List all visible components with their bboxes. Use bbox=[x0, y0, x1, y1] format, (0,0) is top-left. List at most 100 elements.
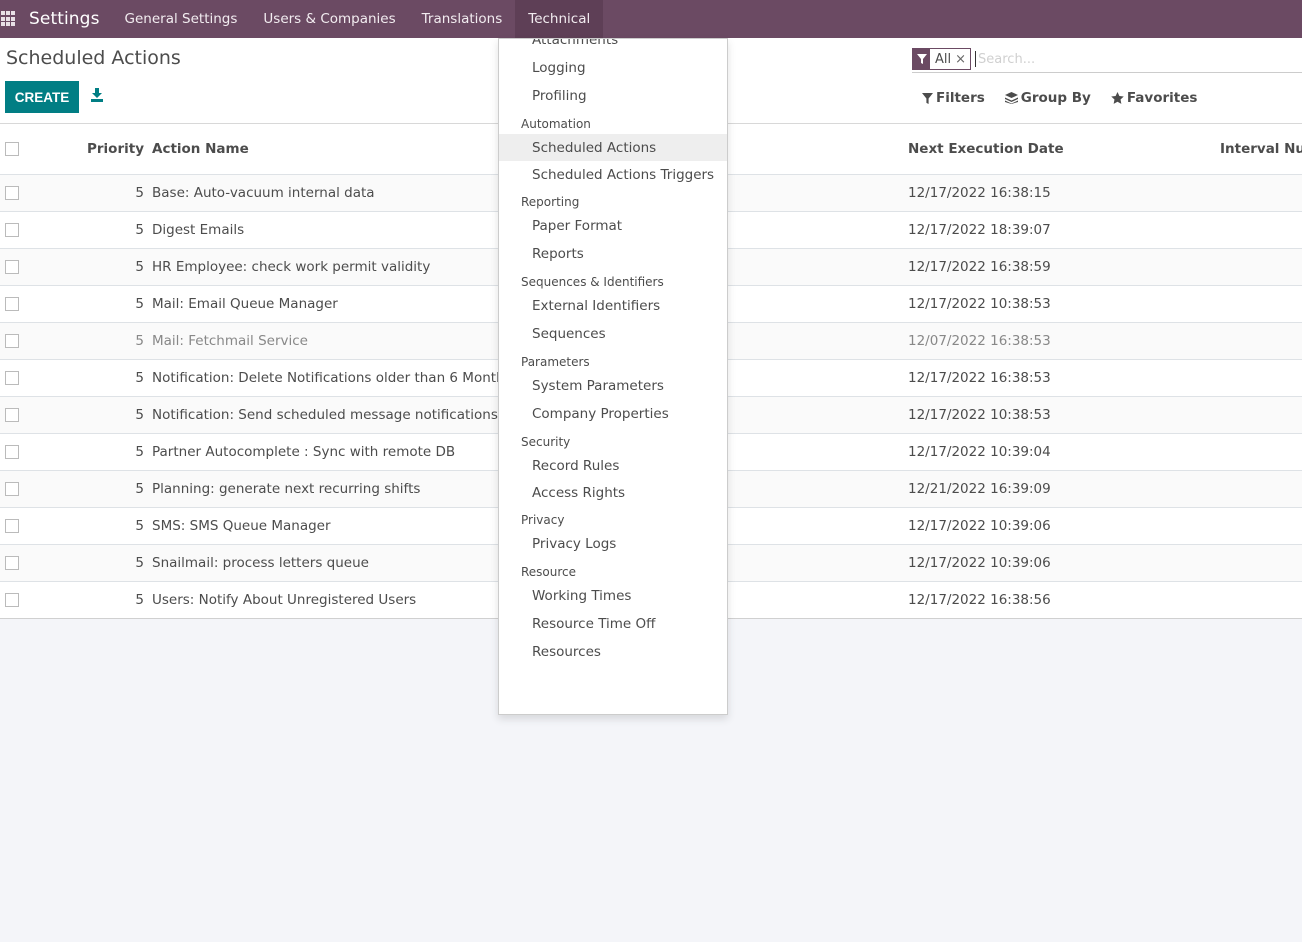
cell-next-execution-date: 12/17/2022 10:38:53 bbox=[908, 407, 1051, 423]
menu-item-resources[interactable]: Resources bbox=[499, 638, 727, 666]
menu-item-scheduled-actions-triggers[interactable]: Scheduled Actions Triggers bbox=[499, 161, 727, 188]
favorites-button[interactable]: Favorites bbox=[1111, 90, 1198, 106]
header-interval-number[interactable]: Interval Num bbox=[1220, 141, 1302, 157]
cell-priority: 5 bbox=[135, 518, 144, 534]
cell-next-execution-date: 12/17/2022 16:38:53 bbox=[908, 370, 1051, 386]
cell-action-name: Partner Autocomplete : Sync with remote … bbox=[152, 444, 456, 460]
facet-value: All bbox=[935, 51, 952, 67]
cell-action-name: Users: Notify About Unregistered Users bbox=[152, 592, 417, 608]
menu-section-header: Automation bbox=[521, 117, 591, 131]
row-checkbox[interactable] bbox=[5, 408, 19, 422]
header-priority[interactable]: Priority bbox=[19, 141, 152, 157]
download-icon[interactable] bbox=[90, 87, 104, 103]
group-by-label: Group By bbox=[1020, 90, 1091, 106]
create-button[interactable]: CREATE bbox=[5, 81, 79, 113]
nav-users-companies[interactable]: Users & Companies bbox=[250, 0, 408, 38]
menu-item-reports[interactable]: Reports bbox=[499, 240, 727, 268]
row-checkbox[interactable] bbox=[5, 371, 19, 385]
nav-general-settings[interactable]: General Settings bbox=[112, 0, 251, 38]
row-checkbox[interactable] bbox=[5, 334, 19, 348]
filters-button[interactable]: Filters bbox=[922, 90, 985, 106]
app-grid-icon[interactable] bbox=[1, 11, 17, 27]
menu-item-external-identifiers[interactable]: External Identifiers bbox=[499, 292, 727, 320]
cell-next-execution-date: 12/17/2022 16:38:59 bbox=[908, 259, 1051, 275]
filter-icon bbox=[913, 48, 930, 70]
menu-item-scheduled-actions[interactable]: Scheduled Actions bbox=[499, 134, 727, 161]
layers-icon bbox=[1004, 92, 1018, 104]
row-checkbox[interactable] bbox=[5, 260, 19, 274]
row-checkbox[interactable] bbox=[5, 482, 19, 496]
menu-item-company-properties[interactable]: Company Properties bbox=[499, 400, 727, 428]
menu-item-working-times[interactable]: Working Times bbox=[499, 582, 727, 610]
technical-menu-entries: Attachments Logging Profiling Automation Sch… bbox=[499, 39, 727, 666]
row-checkbox[interactable] bbox=[5, 297, 19, 311]
page-title: Scheduled Actions bbox=[6, 47, 181, 69]
menu-section-header: Parameters bbox=[521, 355, 590, 369]
search-input[interactable] bbox=[975, 51, 1276, 67]
nav-technical[interactable]: Technical bbox=[515, 0, 604, 38]
menu-item-record-rules[interactable]: Record Rules bbox=[499, 452, 727, 479]
header-next-execution-date[interactable]: Next Execution Date bbox=[900, 141, 1220, 157]
menu-item-attachments[interactable]: Attachments bbox=[499, 39, 727, 54]
cell-next-execution-date: 12/21/2022 16:39:09 bbox=[908, 481, 1051, 497]
menu-section-header: Resource bbox=[521, 565, 577, 579]
cell-action-name: Notification: Delete Notifications older… bbox=[152, 370, 505, 386]
menu-item-privacy-logs[interactable]: Privacy Logs bbox=[499, 530, 727, 558]
cell-action-name: Planning: generate next recurring shifts bbox=[152, 481, 421, 497]
cell-priority: 5 bbox=[135, 259, 144, 275]
menu-item-sequences[interactable]: Sequences bbox=[499, 320, 727, 348]
group-by-button[interactable]: Group By bbox=[1004, 90, 1091, 106]
row-checkbox[interactable] bbox=[5, 556, 19, 570]
facet-remove-icon[interactable]: × bbox=[955, 52, 970, 67]
cell-priority: 5 bbox=[135, 370, 144, 386]
cell-priority: 5 bbox=[135, 444, 144, 460]
header-action-name[interactable]: Action Name bbox=[152, 141, 512, 157]
cell-action-name: Snailmail: process letters queue bbox=[152, 555, 369, 571]
menu-item-logging[interactable]: Logging bbox=[499, 54, 727, 82]
top-navbar: Settings General Settings Users & Compan… bbox=[0, 0, 1302, 38]
menu-section-header: Security bbox=[521, 435, 571, 449]
row-checkbox[interactable] bbox=[5, 519, 19, 533]
menu-item-access-rights[interactable]: Access Rights bbox=[499, 479, 727, 506]
filters-label: Filters bbox=[936, 90, 985, 106]
star-icon bbox=[1111, 92, 1124, 104]
row-checkbox[interactable] bbox=[5, 223, 19, 237]
menu-section-header: Sequences & Identifiers bbox=[521, 275, 664, 289]
cell-next-execution-date: 12/17/2022 10:39:04 bbox=[908, 444, 1051, 460]
row-checkbox[interactable] bbox=[5, 593, 19, 607]
cell-priority: 5 bbox=[135, 481, 144, 497]
nav-translations[interactable]: Translations bbox=[409, 0, 516, 38]
cell-next-execution-date: 12/07/2022 16:38:53 bbox=[908, 333, 1051, 349]
favorites-label: Favorites bbox=[1126, 90, 1198, 106]
cell-priority: 5 bbox=[135, 333, 144, 349]
menu-item-system-parameters[interactable]: System Parameters bbox=[499, 372, 727, 400]
cell-next-execution-date: 12/17/2022 10:38:53 bbox=[908, 296, 1051, 312]
cell-priority: 5 bbox=[135, 296, 144, 312]
row-checkbox[interactable] bbox=[5, 445, 19, 459]
cell-priority: 5 bbox=[135, 407, 144, 423]
cell-action-name: HR Employee: check work permit validity bbox=[152, 259, 431, 275]
cell-next-execution-date: 12/17/2022 10:39:06 bbox=[908, 518, 1051, 534]
cell-action-name: Base: Auto-vacuum internal data bbox=[152, 185, 375, 201]
cell-priority: 5 bbox=[135, 555, 144, 571]
cell-next-execution-date: 12/17/2022 18:39:07 bbox=[908, 222, 1051, 238]
menu-section-header: Reporting bbox=[521, 195, 580, 209]
cell-priority: 5 bbox=[135, 185, 144, 201]
cell-next-execution-date: 12/17/2022 16:38:15 bbox=[908, 185, 1051, 201]
cell-action-name: Digest Emails bbox=[152, 222, 245, 238]
menu-item-resource-time-off[interactable]: Resource Time Off bbox=[499, 610, 727, 638]
menu-item-profiling[interactable]: Profiling bbox=[499, 82, 727, 110]
row-checkbox[interactable] bbox=[5, 186, 19, 200]
search-bar: All × bbox=[912, 46, 1302, 73]
cell-next-execution-date: 12/17/2022 10:39:06 bbox=[908, 555, 1051, 571]
app-brand[interactable]: Settings bbox=[29, 9, 100, 29]
filter-icon bbox=[922, 92, 933, 104]
menu-section-header: Privacy bbox=[521, 513, 565, 527]
cell-next-execution-date: 12/17/2022 16:38:56 bbox=[908, 592, 1051, 608]
search-options: Filters Group By Favorites bbox=[922, 90, 1197, 106]
cell-action-name: Notification: Send scheduled message not… bbox=[152, 407, 498, 423]
menu-item-paper-format[interactable]: Paper Format bbox=[499, 212, 727, 240]
select-all-checkbox[interactable] bbox=[5, 142, 19, 156]
cell-priority: 5 bbox=[135, 592, 144, 608]
cell-action-name: Mail: Fetchmail Service bbox=[152, 333, 308, 349]
